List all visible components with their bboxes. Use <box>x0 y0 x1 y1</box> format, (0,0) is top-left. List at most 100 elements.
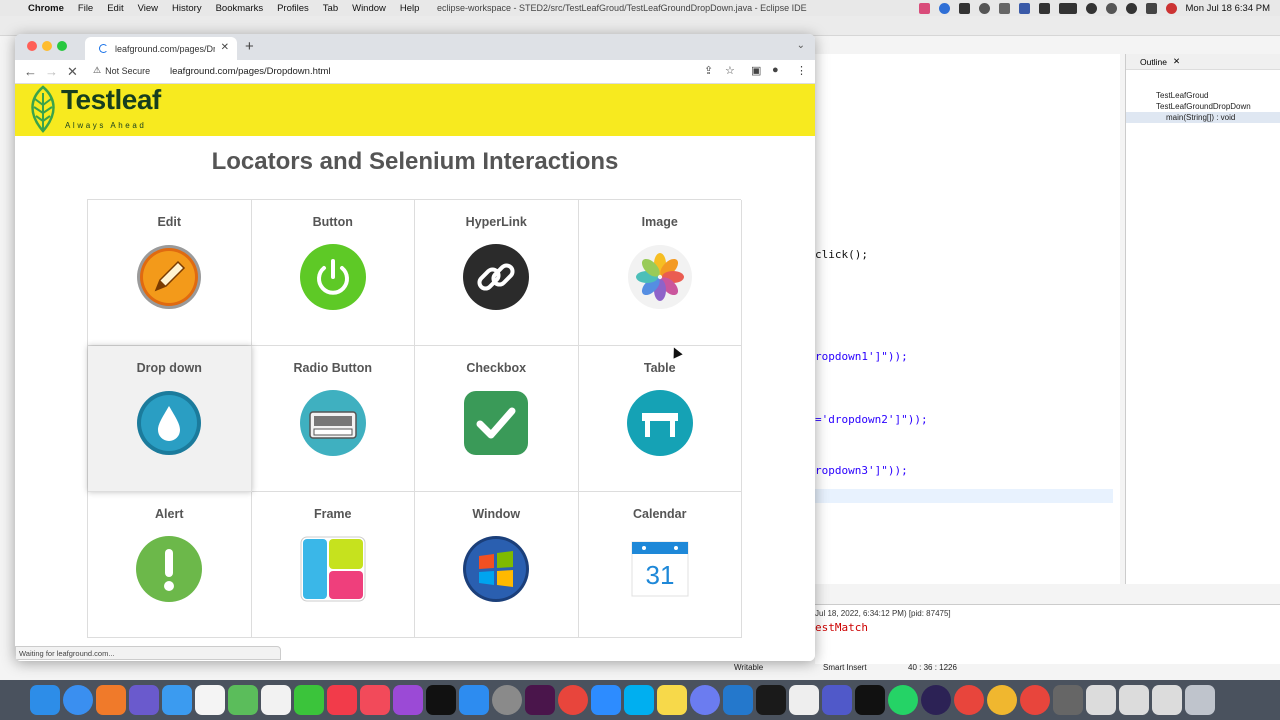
close-icon[interactable]: ✕ <box>1173 56 1180 67</box>
menu-tab[interactable]: Tab <box>323 3 338 14</box>
control-center-icon[interactable] <box>1145 2 1157 14</box>
menu-profiles[interactable]: Profiles <box>277 3 309 14</box>
outline-item-package[interactable]: TestLeafGroud <box>1126 90 1280 101</box>
menu-help[interactable]: Help <box>400 3 420 14</box>
forward-icon[interactable]: → <box>45 64 58 79</box>
terminal-icon[interactable] <box>756 685 786 715</box>
minimize-window-button[interactable] <box>42 41 52 51</box>
share-icon[interactable]: ⇪ <box>704 64 713 77</box>
bookmark-star-icon[interactable]: ☆ <box>725 64 735 77</box>
close-window-button[interactable] <box>27 41 37 51</box>
slack-icon[interactable] <box>525 685 555 715</box>
document-stack-icon[interactable] <box>1119 685 1149 715</box>
news-icon[interactable] <box>327 685 357 715</box>
app-store-icon[interactable] <box>459 685 489 715</box>
chrome-icon[interactable] <box>558 685 588 715</box>
side-panel-icon[interactable]: ▣ <box>751 64 761 77</box>
battery-icon[interactable] <box>1058 2 1077 14</box>
volume-icon[interactable] <box>998 2 1010 14</box>
back-icon[interactable]: ← <box>24 64 37 79</box>
apple-tv-icon[interactable] <box>426 685 456 715</box>
mail-icon[interactable] <box>162 685 192 715</box>
outline-title[interactable]: Outline <box>1140 57 1167 67</box>
downloads-stack-icon[interactable] <box>1053 685 1083 715</box>
menu-history[interactable]: History <box>172 3 202 14</box>
profile-avatar-icon[interactable]: ● <box>772 64 779 76</box>
url-field[interactable]: leafground.com/pages/Dropdown.html <box>170 66 331 77</box>
podcasts-icon[interactable] <box>393 685 423 715</box>
skype-icon[interactable] <box>624 685 654 715</box>
zoom-window-button[interactable] <box>57 41 67 51</box>
menu-window[interactable]: Window <box>352 3 386 14</box>
tile-checkbox[interactable]: Checkbox <box>415 346 579 492</box>
tile-table[interactable]: Table <box>578 346 742 492</box>
whatsapp-icon[interactable] <box>888 685 918 715</box>
bluetooth-icon[interactable] <box>1038 2 1050 14</box>
search-icon[interactable] <box>1125 2 1137 14</box>
teams-icon[interactable] <box>822 685 852 715</box>
chrome-icon[interactable] <box>1020 685 1050 715</box>
menu-file[interactable]: File <box>78 3 93 14</box>
system-preferences-icon[interactable] <box>492 685 522 715</box>
eclipse-installer-icon[interactable] <box>690 685 720 715</box>
close-tab-icon[interactable]: ✕ <box>221 42 229 53</box>
finder-icon[interactable] <box>30 685 60 715</box>
document-stack-icon[interactable] <box>1152 685 1182 715</box>
tile-window[interactable]: Window <box>415 492 579 638</box>
new-tab-button[interactable]: + <box>245 38 254 55</box>
music-icon[interactable] <box>360 685 390 715</box>
menu-view[interactable]: View <box>138 3 158 14</box>
status-app-icon[interactable] <box>978 2 990 14</box>
menu-bookmarks[interactable]: Bookmarks <box>216 3 264 14</box>
tab-search-chevron-icon[interactable]: ⌄ <box>797 40 805 51</box>
tile-alert[interactable]: Alert <box>88 492 252 638</box>
maps-icon[interactable] <box>228 685 258 715</box>
outline-item-class[interactable]: TestLeafGroundDropDown <box>1126 101 1280 112</box>
more-menu-icon[interactable]: ⋮ <box>796 64 807 77</box>
security-indicator[interactable]: ⚠ Not Secure <box>93 65 150 76</box>
tile-radio-button[interactable]: Radio Button <box>251 346 415 492</box>
tile-calendar[interactable]: Calendar 31 <box>578 492 742 638</box>
browser-tab[interactable]: leafground.com/pages/Dropdo ✕ <box>85 37 237 60</box>
stop-loading-icon[interactable]: ✕ <box>67 64 78 80</box>
tile-edit[interactable]: Edit <box>88 200 252 346</box>
status-app-icon[interactable] <box>958 2 970 14</box>
code-line[interactable]: ='dropdown2']")); <box>815 413 928 426</box>
intellij-icon[interactable] <box>855 685 885 715</box>
wifi-icon[interactable] <box>1085 2 1097 14</box>
photos-icon[interactable] <box>96 685 126 715</box>
code-editor[interactable]: click(); ropdown1']")); ='dropdown2']"))… <box>815 54 1120 584</box>
menubar-clock[interactable]: Mon Jul 18 6:34 PM <box>1186 3 1271 14</box>
code-line[interactable]: click(); <box>815 248 868 261</box>
facetime-icon[interactable] <box>294 685 324 715</box>
tile-frame[interactable]: Frame <box>251 492 415 638</box>
outline-item-method[interactable]: main(String[]) : void <box>1126 112 1280 123</box>
status-app-icon[interactable] <box>938 2 950 14</box>
trash-icon[interactable] <box>1185 685 1215 715</box>
menu-edit[interactable]: Edit <box>107 3 123 14</box>
tile-hyperlink[interactable]: HyperLink <box>415 200 579 346</box>
chrome-icon[interactable] <box>954 685 984 715</box>
clock-icon[interactable] <box>1105 2 1117 14</box>
eclipse-icon[interactable] <box>921 685 951 715</box>
tile-button[interactable]: Button <box>251 200 415 346</box>
siri-icon[interactable] <box>1165 2 1177 14</box>
status-app-icon[interactable] <box>918 2 930 14</box>
textedit-icon[interactable] <box>789 685 819 715</box>
safari-icon[interactable] <box>63 685 93 715</box>
chrome-canary-icon[interactable] <box>987 685 1017 715</box>
reminders-icon[interactable] <box>261 685 291 715</box>
calendar-app-icon[interactable] <box>195 685 225 715</box>
tile-image[interactable]: Image <box>578 200 742 346</box>
launchpad-icon[interactable] <box>129 685 159 715</box>
code-line[interactable]: ropdown1']")); <box>815 350 908 363</box>
zoom-icon[interactable] <box>591 685 621 715</box>
tile-dropdown[interactable]: Drop down <box>88 346 252 492</box>
flag-icon[interactable] <box>1018 2 1030 14</box>
brand-name[interactable]: Testleaf <box>61 84 161 116</box>
document-stack-icon[interactable] <box>1086 685 1116 715</box>
vscode-icon[interactable] <box>723 685 753 715</box>
code-line[interactable]: ropdown3']")); <box>815 464 908 477</box>
notes-icon[interactable] <box>657 685 687 715</box>
menu-app-name[interactable]: Chrome <box>28 3 64 14</box>
